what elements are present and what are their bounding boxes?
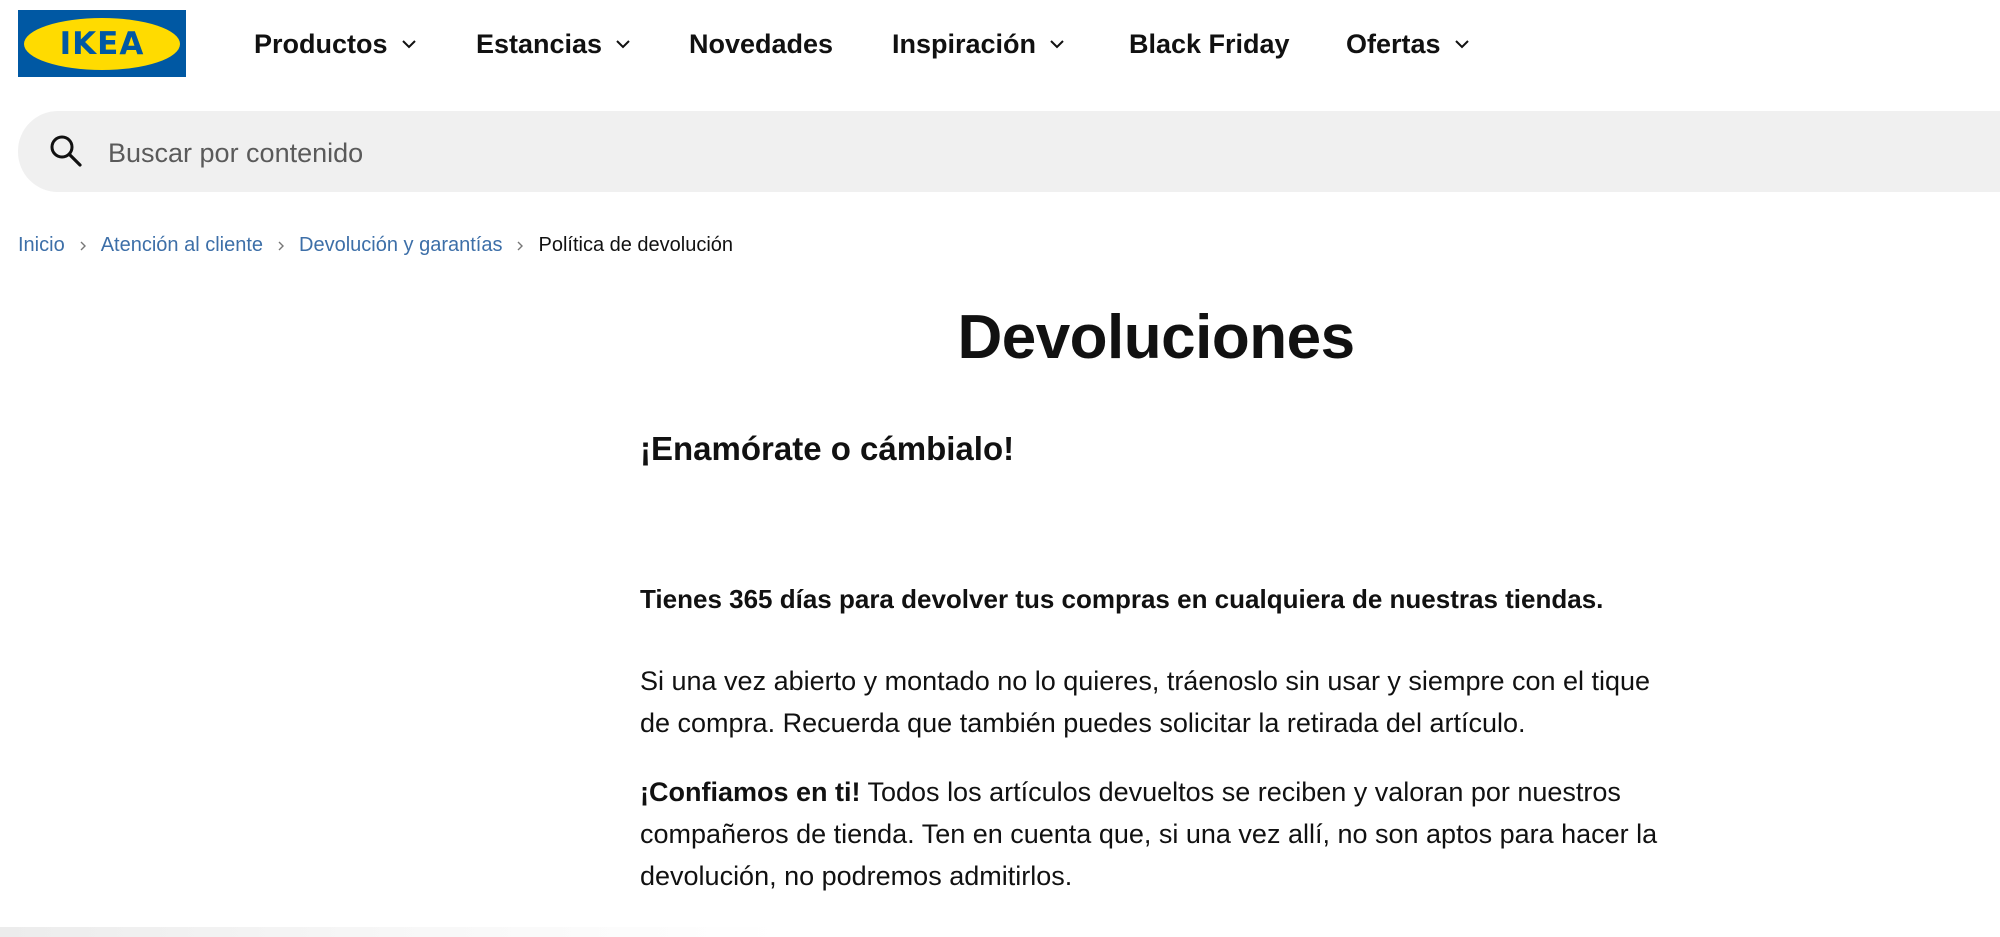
breadcrumb-item-devolucion-y-garantias[interactable]: Devolución y garantías [299,234,502,257]
nav-item-ofertas[interactable]: Ofertas [1346,29,1471,60]
lead-text: Tienes 365 días para devolver tus compra… [640,584,1604,614]
chevron-right-icon [80,241,86,250]
paragraph-return-conditions: Si una vez abierto y montado no lo quier… [640,666,1651,738]
search-input[interactable] [106,127,1910,179]
ikea-logo[interactable]: IKEA [18,10,186,77]
page-title: Devoluciones [957,303,1355,372]
logo-oval: IKEA [24,17,180,70]
paragraph-bold-lead: ¡Confiamos en ti! [640,777,861,807]
breadcrumb-current: Política de devolución [538,234,734,256]
nav-item-label: Ofertas [1346,28,1441,59]
nav-item-inspiracion[interactable]: Inspiración [892,29,1066,60]
nav-item-label: Black Friday [1129,28,1290,59]
nav-item-label: Estancias [476,28,603,59]
logo-text: IKEA [59,25,145,62]
nav-item-novedades[interactable]: Novedades [689,29,833,60]
nav-item-estancias[interactable]: Estancias [476,29,632,60]
search-bar[interactable] [18,111,2000,192]
chevron-down-icon [1050,40,1064,49]
chevron-down-icon [1454,40,1469,49]
section-subtitle: ¡Enamórate o cámbialo! [640,430,1015,467]
breadcrumb-item-atencion-al-cliente[interactable]: Atención al cliente [101,234,263,257]
chevron-down-icon [616,40,630,49]
nav-item-black-friday[interactable]: Black Friday [1129,29,1290,60]
nav-item-productos[interactable]: Productos [254,29,418,60]
nav-item-label: Productos [254,28,388,59]
chevron-right-icon [278,241,285,250]
paragraph-trust: ¡Confiamos en ti! Todos los artículos de… [640,771,1680,897]
nav-item-label: Inspiración [892,28,1037,59]
breadcrumb: Inicio Atención al cliente Devolución y … [18,234,733,257]
nav-item-label: Novedades [689,28,834,59]
breadcrumb-item-inicio[interactable]: Inicio [18,234,65,257]
chevron-down-icon [401,40,416,49]
search-icon[interactable] [48,133,84,169]
chevron-right-icon [517,241,524,250]
bottom-overlay-edge [0,927,780,937]
